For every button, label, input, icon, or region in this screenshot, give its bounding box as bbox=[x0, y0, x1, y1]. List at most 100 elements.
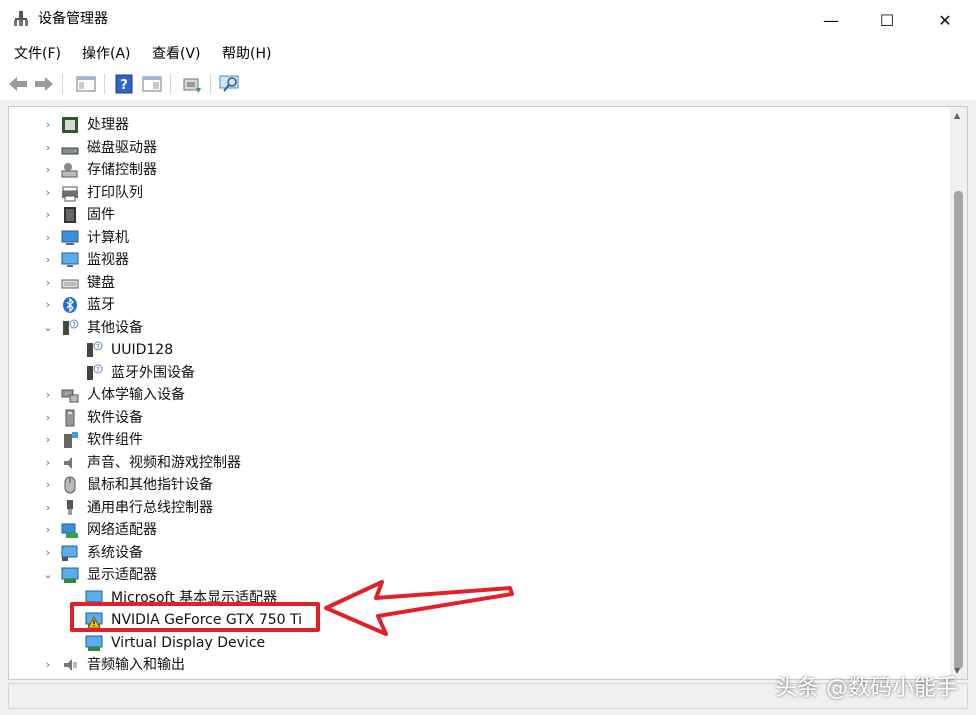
maximize-button[interactable]: ☐ bbox=[858, 0, 916, 40]
menu-view[interactable]: 查看(V) bbox=[152, 45, 201, 63]
tree-item-label: Virtual Display Device bbox=[111, 634, 266, 651]
tree-category[interactable]: › 鼠标和其他指针设备 bbox=[9, 474, 949, 496]
tree-item-label: 蓝牙外围设备 bbox=[111, 364, 195, 381]
back-button[interactable] bbox=[6, 72, 30, 96]
help-button[interactable]: ? bbox=[112, 72, 136, 96]
window-title: 设备管理器 bbox=[38, 11, 108, 27]
scroll-up-icon[interactable]: ▲ bbox=[954, 111, 960, 120]
tree-category[interactable]: ⌄? 其他设备 bbox=[9, 317, 949, 339]
show-hide-console-tree-button[interactable] bbox=[74, 72, 98, 96]
display-adapter-icon bbox=[85, 634, 103, 652]
tree-item-label: 打印队列 bbox=[87, 184, 143, 201]
tree-item-label: 键盘 bbox=[87, 274, 115, 291]
watermark: 头条 @数码小能手 bbox=[775, 676, 958, 701]
toolbar-separator bbox=[210, 74, 211, 94]
tree-category[interactable]: › 键盘 bbox=[9, 272, 949, 294]
tree-item-label: 软件组件 bbox=[87, 432, 143, 448]
svg-text:?: ? bbox=[72, 321, 76, 329]
close-icon: ✕ bbox=[938, 10, 952, 30]
unknown-device-icon: ? bbox=[61, 319, 79, 337]
chevron-right-icon[interactable]: › bbox=[43, 275, 53, 291]
chevron-right-icon[interactable]: › bbox=[43, 140, 53, 156]
menu-action[interactable]: 操作(A) bbox=[82, 45, 131, 63]
chevron-right-icon[interactable]: › bbox=[43, 432, 53, 448]
audio-io-icon bbox=[61, 656, 79, 674]
chevron-right-icon[interactable]: › bbox=[43, 522, 53, 538]
tree-category[interactable]: › 系统设备 bbox=[9, 542, 949, 564]
keyboard-icon bbox=[61, 274, 79, 292]
chevron-right-icon[interactable]: › bbox=[43, 657, 53, 673]
tree-category[interactable]: › 蓝牙 bbox=[9, 294, 949, 316]
printer-icon bbox=[61, 184, 79, 202]
chevron-right-icon[interactable]: › bbox=[43, 297, 53, 313]
tree-item-label: 软件设备 bbox=[87, 409, 143, 426]
tree-item-label: 显示适配器 bbox=[87, 567, 157, 583]
tree-item-label: 其他设备 bbox=[87, 319, 143, 336]
cpu-icon bbox=[61, 116, 79, 134]
forward-button[interactable] bbox=[32, 72, 56, 96]
chevron-right-icon[interactable]: › bbox=[43, 185, 53, 201]
scrollbar-thumb[interactable] bbox=[954, 191, 963, 669]
tree-item-label: 鼠标和其他指针设备 bbox=[87, 477, 213, 493]
system-icon bbox=[61, 544, 79, 562]
tree-category[interactable]: › 监视器 bbox=[9, 249, 949, 271]
tree-device[interactable]: ? 蓝牙外围设备 bbox=[9, 362, 949, 384]
back-arrow-icon bbox=[9, 77, 27, 91]
maximize-icon: ☐ bbox=[879, 10, 895, 30]
chevron-right-icon[interactable]: › bbox=[43, 477, 53, 493]
speaker-icon bbox=[61, 454, 79, 472]
monitor-icon bbox=[61, 251, 79, 269]
chevron-down-icon[interactable]: ⌄ bbox=[43, 320, 53, 336]
svg-text:?: ? bbox=[96, 343, 100, 351]
menu-bar: 文件(F) 操作(A) 查看(V) 帮助(H) bbox=[0, 40, 976, 68]
chevron-right-icon[interactable]: › bbox=[43, 117, 53, 133]
close-button[interactable]: ✕ bbox=[916, 0, 974, 40]
storage-icon bbox=[61, 161, 79, 179]
tree-item-label: 磁盘驱动器 bbox=[87, 139, 157, 156]
menu-file[interactable]: 文件(F) bbox=[14, 45, 61, 63]
chevron-right-icon[interactable]: › bbox=[43, 410, 53, 426]
highlight-box bbox=[70, 602, 320, 632]
properties-pane-icon bbox=[142, 76, 162, 92]
chevron-right-icon[interactable]: › bbox=[43, 207, 53, 223]
tree-category[interactable]: › 存储控制器 bbox=[9, 159, 949, 181]
tree-item-label: 固件 bbox=[87, 207, 115, 223]
tree-device[interactable]: ? UUID128 bbox=[9, 339, 949, 361]
tree-category[interactable]: › 打印队列 bbox=[9, 182, 949, 204]
chevron-right-icon[interactable]: › bbox=[43, 455, 53, 471]
tree-category[interactable]: › 固件 bbox=[9, 204, 949, 226]
tree-item-label: 通用串行总线控制器 bbox=[87, 499, 213, 516]
disk-icon bbox=[61, 139, 79, 157]
scan-hardware-icon bbox=[219, 75, 239, 92]
chevron-right-icon[interactable]: › bbox=[43, 252, 53, 268]
software-component-icon bbox=[61, 431, 79, 449]
tree-category[interactable]: › 处理器 bbox=[9, 114, 949, 136]
tree-category[interactable]: › 网络适配器 bbox=[9, 519, 949, 541]
menu-help[interactable]: 帮助(H) bbox=[222, 45, 271, 63]
scan-hardware-button[interactable] bbox=[218, 72, 242, 96]
tree-category[interactable]: › 软件设备 bbox=[9, 407, 949, 429]
display-adapter-icon bbox=[61, 566, 79, 584]
network-icon bbox=[61, 521, 79, 539]
update-driver-button[interactable] bbox=[180, 72, 204, 96]
tree-item-label: 声音、视频和游戏控制器 bbox=[87, 454, 241, 471]
tree-item-label: 网络适配器 bbox=[87, 522, 157, 538]
chevron-right-icon[interactable]: › bbox=[43, 545, 53, 561]
chevron-right-icon[interactable]: › bbox=[43, 162, 53, 178]
chevron-down-icon[interactable]: ⌄ bbox=[43, 567, 53, 583]
chevron-right-icon[interactable]: › bbox=[43, 500, 53, 516]
toolbar-separator bbox=[62, 74, 63, 94]
vertical-scrollbar[interactable]: ▲ ▼ bbox=[950, 107, 967, 679]
tree-category[interactable]: › 通用串行总线控制器 bbox=[9, 497, 949, 519]
tree-category[interactable]: › 磁盘驱动器 bbox=[9, 137, 949, 159]
minimize-button[interactable]: — bbox=[802, 0, 860, 40]
help-icon: ? bbox=[115, 74, 133, 94]
tree-category[interactable]: › 计算机 bbox=[9, 227, 949, 249]
tree-category[interactable]: › 人体学输入设备 bbox=[9, 384, 949, 406]
tree-category[interactable]: › 软件组件 bbox=[9, 429, 949, 451]
properties-pane-button[interactable] bbox=[140, 72, 164, 96]
chevron-right-icon[interactable]: › bbox=[43, 230, 53, 246]
usb-icon bbox=[61, 499, 79, 517]
tree-category[interactable]: › 声音、视频和游戏控制器 bbox=[9, 452, 949, 474]
chevron-right-icon[interactable]: › bbox=[43, 387, 53, 403]
